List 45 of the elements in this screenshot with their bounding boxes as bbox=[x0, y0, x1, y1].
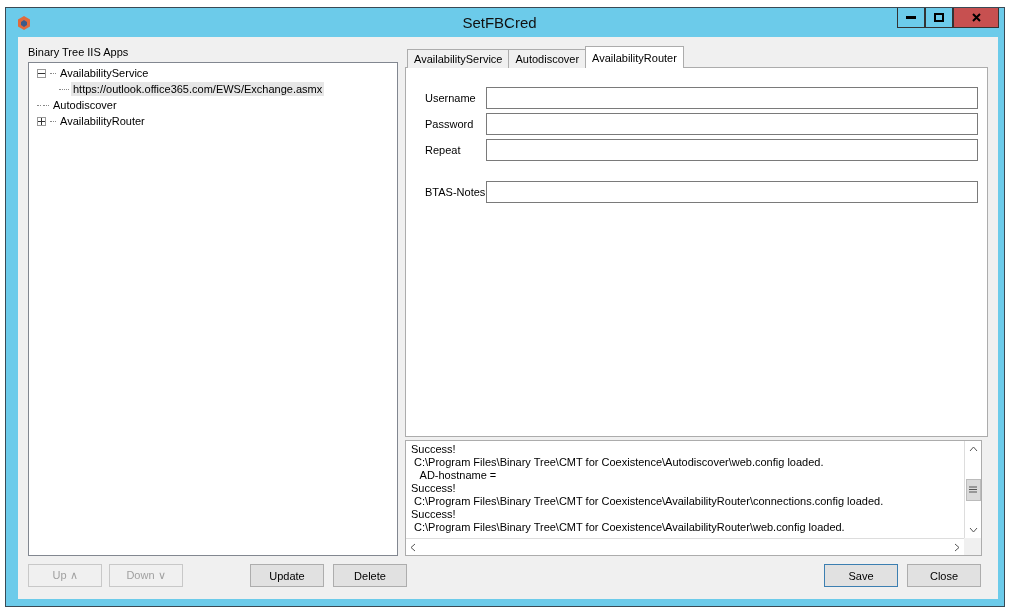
input-field[interactable] bbox=[486, 87, 978, 109]
tree-item[interactable]: AvailabilityRouter bbox=[58, 114, 147, 128]
collapse-icon[interactable] bbox=[37, 68, 46, 78]
tree-item[interactable]: Autodiscover bbox=[51, 98, 119, 112]
log-line: C:\Program Files\Binary Tree\CMT for Coexistence\AvailabilityRouter\connections.config loaded. bbox=[413, 495, 885, 508]
minimize-icon bbox=[906, 15, 916, 20]
log-line: C:\Program Files\Binary Tree\CMT for Coexistence\AvailabilityRouter\web.config loaded. bbox=[413, 521, 846, 534]
log-line: Success! bbox=[411, 443, 457, 456]
field-label: Password bbox=[425, 118, 475, 130]
tab[interactable]: Autodiscover bbox=[508, 49, 587, 68]
button[interactable]: Close bbox=[907, 564, 981, 587]
scrollbar-corner bbox=[964, 538, 981, 555]
window-title: SetFBCred bbox=[461, 14, 538, 31]
input-field[interactable] bbox=[486, 181, 978, 203]
field-label: Repeat bbox=[425, 144, 462, 156]
close-button[interactable] bbox=[953, 8, 999, 28]
maximize-button[interactable] bbox=[925, 8, 953, 28]
scroll-left-icon[interactable] bbox=[410, 542, 416, 552]
scroll-up-icon[interactable] bbox=[968, 446, 978, 452]
input-field[interactable] bbox=[486, 139, 978, 161]
tree-label: Binary Tree IIS Apps bbox=[28, 46, 130, 58]
log-line: C:\Program Files\Binary Tree\CMT for Coexistence\Autodiscover\web.config loaded. bbox=[413, 456, 825, 469]
scroll-thumb[interactable] bbox=[965, 478, 981, 501]
vertical-scrollbar[interactable] bbox=[964, 441, 981, 538]
button[interactable]: Delete bbox=[333, 564, 407, 587]
scroll-right-icon[interactable] bbox=[954, 542, 960, 552]
tree-item[interactable]: https://outlook.office365.com/EWS/Exchange.asmx bbox=[71, 82, 325, 96]
app-logo-icon bbox=[16, 14, 32, 31]
log-line: Success! bbox=[411, 482, 457, 495]
button[interactable]: Save bbox=[824, 564, 898, 587]
tab[interactable]: AvailabilityService bbox=[407, 49, 510, 68]
button[interactable]: Update bbox=[250, 564, 324, 587]
horizontal-scrollbar[interactable] bbox=[406, 538, 964, 555]
log-line: AD-hostname = bbox=[418, 469, 498, 482]
input-field[interactable] bbox=[486, 113, 978, 135]
scroll-down-icon[interactable] bbox=[968, 527, 978, 533]
minimize-button[interactable] bbox=[897, 8, 925, 28]
tree-item[interactable]: AvailabilityService bbox=[58, 66, 151, 80]
maximize-icon bbox=[934, 13, 944, 22]
tab[interactable]: AvailabilityRouter bbox=[585, 46, 684, 68]
field-label: BTAS-Notes bbox=[425, 186, 486, 198]
expand-icon[interactable] bbox=[37, 116, 46, 126]
log-line: Success! bbox=[411, 508, 457, 521]
close-icon bbox=[971, 13, 981, 22]
field-label: Username bbox=[425, 92, 477, 104]
